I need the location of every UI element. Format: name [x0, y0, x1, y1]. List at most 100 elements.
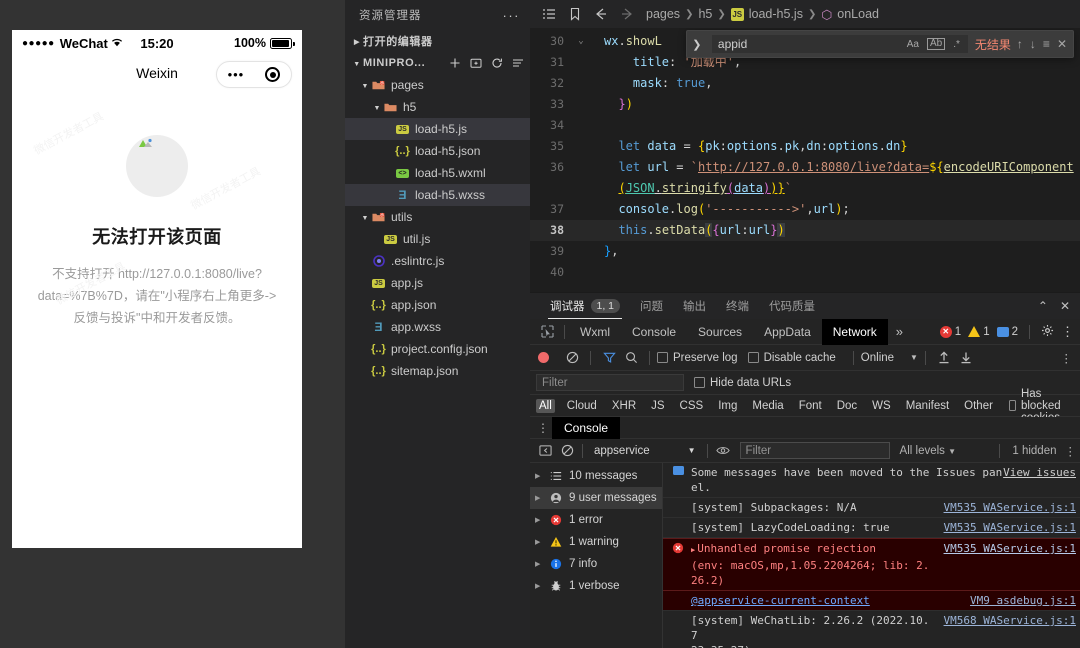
- search-icon[interactable]: [620, 351, 642, 364]
- tab-sources[interactable]: Sources: [687, 319, 753, 345]
- find-widget[interactable]: ❯ appid Aa Ab .* 无结果 ↑ ↓ ≡ ✕: [685, 30, 1074, 58]
- expand-arrow-icon[interactable]: ▶: [691, 543, 695, 558]
- overflow-icon[interactable]: ⋮: [1061, 351, 1073, 365]
- collapse-all-icon[interactable]: [512, 57, 524, 69]
- tree-item-sitemap-json[interactable]: {..} sitemap.json: [345, 360, 530, 382]
- tab-terminal[interactable]: 终端: [716, 293, 759, 319]
- tree-item-app-js[interactable]: JS app.js: [345, 272, 530, 294]
- tree-item-app-wxss[interactable]: Ǝapp.wxss: [345, 316, 530, 338]
- regex-icon[interactable]: .*: [951, 39, 962, 50]
- match-case-icon[interactable]: Aa: [905, 39, 921, 50]
- open-editors-section[interactable]: 打开的编辑器: [345, 30, 530, 52]
- breadcrumb-symbol[interactable]: onLoad: [837, 7, 879, 21]
- chevron-down-icon[interactable]: [359, 81, 371, 90]
- console-context-select[interactable]: appservice ▼: [587, 445, 703, 457]
- forward-arrow-icon[interactable]: [614, 7, 640, 21]
- chevron-down-icon[interactable]: [351, 59, 363, 68]
- console-sidebar-item-10-messages[interactable]: ▶ 10 messages: [530, 465, 662, 487]
- outline-icon[interactable]: [536, 7, 562, 21]
- inspect-element-icon[interactable]: [534, 325, 560, 338]
- console-sidebar-item-7-info[interactable]: ▶ 7 info: [530, 553, 662, 575]
- network-type-media[interactable]: Media: [749, 399, 786, 413]
- tab-console[interactable]: Console: [621, 319, 687, 345]
- console-filter-input[interactable]: Filter: [739, 442, 890, 459]
- console-sidebar-item-1-error[interactable]: ▶ 1 error: [530, 509, 662, 531]
- warning-count[interactable]: 1: [968, 326, 990, 338]
- chevron-down-icon[interactable]: [371, 103, 383, 112]
- hide-data-urls-checkbox[interactable]: Hide data URLs: [694, 377, 791, 389]
- whole-word-icon[interactable]: Ab: [927, 38, 946, 50]
- find-in-selection-icon[interactable]: ≡: [1043, 37, 1050, 51]
- refresh-icon[interactable]: [491, 57, 503, 69]
- close-icon[interactable]: ✕: [1057, 37, 1067, 51]
- network-type-xhr[interactable]: XHR: [609, 399, 639, 413]
- disable-cache-checkbox[interactable]: Disable cache: [747, 352, 836, 364]
- network-type-all[interactable]: All: [536, 398, 555, 413]
- clear-console-icon[interactable]: [556, 444, 578, 457]
- download-icon[interactable]: [955, 351, 977, 364]
- drawer-menu-icon[interactable]: ⋮: [534, 422, 552, 434]
- capsule-menu[interactable]: •••: [216, 61, 292, 88]
- chevron-right-icon[interactable]: ▶: [535, 494, 543, 502]
- explorer-more-icon[interactable]: ···: [503, 8, 521, 23]
- close-target-icon[interactable]: [265, 67, 281, 82]
- tree-item-project-config-json[interactable]: {..} project.config.json: [345, 338, 530, 360]
- tree-item-load-h5-wxml[interactable]: <> load-h5.wxml: [345, 162, 530, 184]
- breadcrumb-file[interactable]: load-h5.js: [749, 7, 803, 21]
- message-source[interactable]: VM9 asdebug.js:1: [962, 593, 1080, 608]
- throttling-select[interactable]: Online ▼: [861, 352, 918, 364]
- kebab-menu-icon[interactable]: ⋮: [1061, 325, 1074, 338]
- network-type-other[interactable]: Other: [961, 399, 996, 413]
- tab-code-quality[interactable]: 代码质量: [759, 293, 825, 319]
- filter-icon[interactable]: [598, 351, 620, 364]
- tab-output[interactable]: 输出: [673, 293, 716, 319]
- close-icon[interactable]: ✕: [1060, 299, 1070, 313]
- more-tabs-icon[interactable]: »: [888, 324, 911, 339]
- gear-icon[interactable]: [1041, 324, 1054, 340]
- tree-item-pages[interactable]: 小 pages: [345, 74, 530, 96]
- tree-item-app-json[interactable]: {..} app.json: [345, 294, 530, 316]
- new-folder-icon[interactable]: [470, 57, 482, 69]
- console-message[interactable]: @appservice-current-context VM9 asdebug.j…: [663, 591, 1080, 611]
- console-levels-select[interactable]: All levels ▼: [900, 445, 957, 457]
- console-message[interactable]: ▶ Unhandled promise rejection (env: macOS…: [663, 538, 1080, 591]
- message-source[interactable]: VM535 WAService.js:1: [936, 520, 1080, 535]
- tree-item-load-h5-json[interactable]: {..} load-h5.json: [345, 140, 530, 162]
- settings-icon[interactable]: ⋮: [1065, 444, 1077, 458]
- network-type-cloud[interactable]: Cloud: [564, 399, 600, 413]
- error-count[interactable]: ✕ 1: [939, 325, 961, 338]
- more-icon[interactable]: •••: [228, 68, 245, 81]
- clear-icon[interactable]: [561, 351, 583, 364]
- project-section[interactable]: MINIPRO...: [345, 52, 530, 74]
- chevron-right-icon[interactable]: ▶: [535, 582, 543, 590]
- tree-item-utils[interactable]: 小 utils: [345, 206, 530, 228]
- network-type-img[interactable]: Img: [715, 399, 740, 413]
- back-arrow-icon[interactable]: [588, 7, 614, 21]
- issue-count[interactable]: 2: [996, 326, 1018, 338]
- chevron-down-icon[interactable]: [359, 213, 371, 222]
- console-sidebar-item-1-warning[interactable]: ▶ 1 warning: [530, 531, 662, 553]
- toggle-replace-icon[interactable]: ❯: [689, 38, 705, 51]
- new-file-icon[interactable]: [449, 57, 461, 69]
- network-type-js[interactable]: JS: [648, 399, 667, 413]
- network-type-font[interactable]: Font: [796, 399, 825, 413]
- tree-item-util-js[interactable]: JS util.js: [345, 228, 530, 250]
- tree-item-load-h5-js[interactable]: JS load-h5.js: [345, 118, 530, 140]
- chevron-right-icon[interactable]: [351, 37, 363, 46]
- bookmark-icon[interactable]: [562, 7, 588, 21]
- upload-icon[interactable]: [933, 351, 955, 364]
- tab-network[interactable]: Network: [821, 318, 888, 345]
- network-type-manifest[interactable]: Manifest: [903, 399, 952, 413]
- console-sidebar-item-9-user-messages[interactable]: ▶ 9 user messages: [530, 487, 662, 509]
- record-icon[interactable]: [538, 352, 549, 363]
- message-source[interactable]: VM568 WAService.js:1: [936, 613, 1080, 628]
- drawer-tab-console[interactable]: Console: [552, 416, 621, 439]
- console-message[interactable]: Some messages have been moved to the Iss…: [663, 463, 1080, 498]
- next-match-icon[interactable]: ↓: [1030, 37, 1036, 51]
- tree-item--eslintrc-js[interactable]: .eslintrc.js: [345, 250, 530, 272]
- console-message[interactable]: [system] WeChatLib: 2.26.2 (2022.10.7 23…: [663, 611, 1080, 648]
- chevron-right-icon[interactable]: ▶: [535, 516, 543, 524]
- tab-problems[interactable]: 问题: [630, 293, 673, 319]
- tab-wxml[interactable]: Wxml: [569, 319, 621, 345]
- chevron-right-icon[interactable]: ▶: [535, 560, 543, 568]
